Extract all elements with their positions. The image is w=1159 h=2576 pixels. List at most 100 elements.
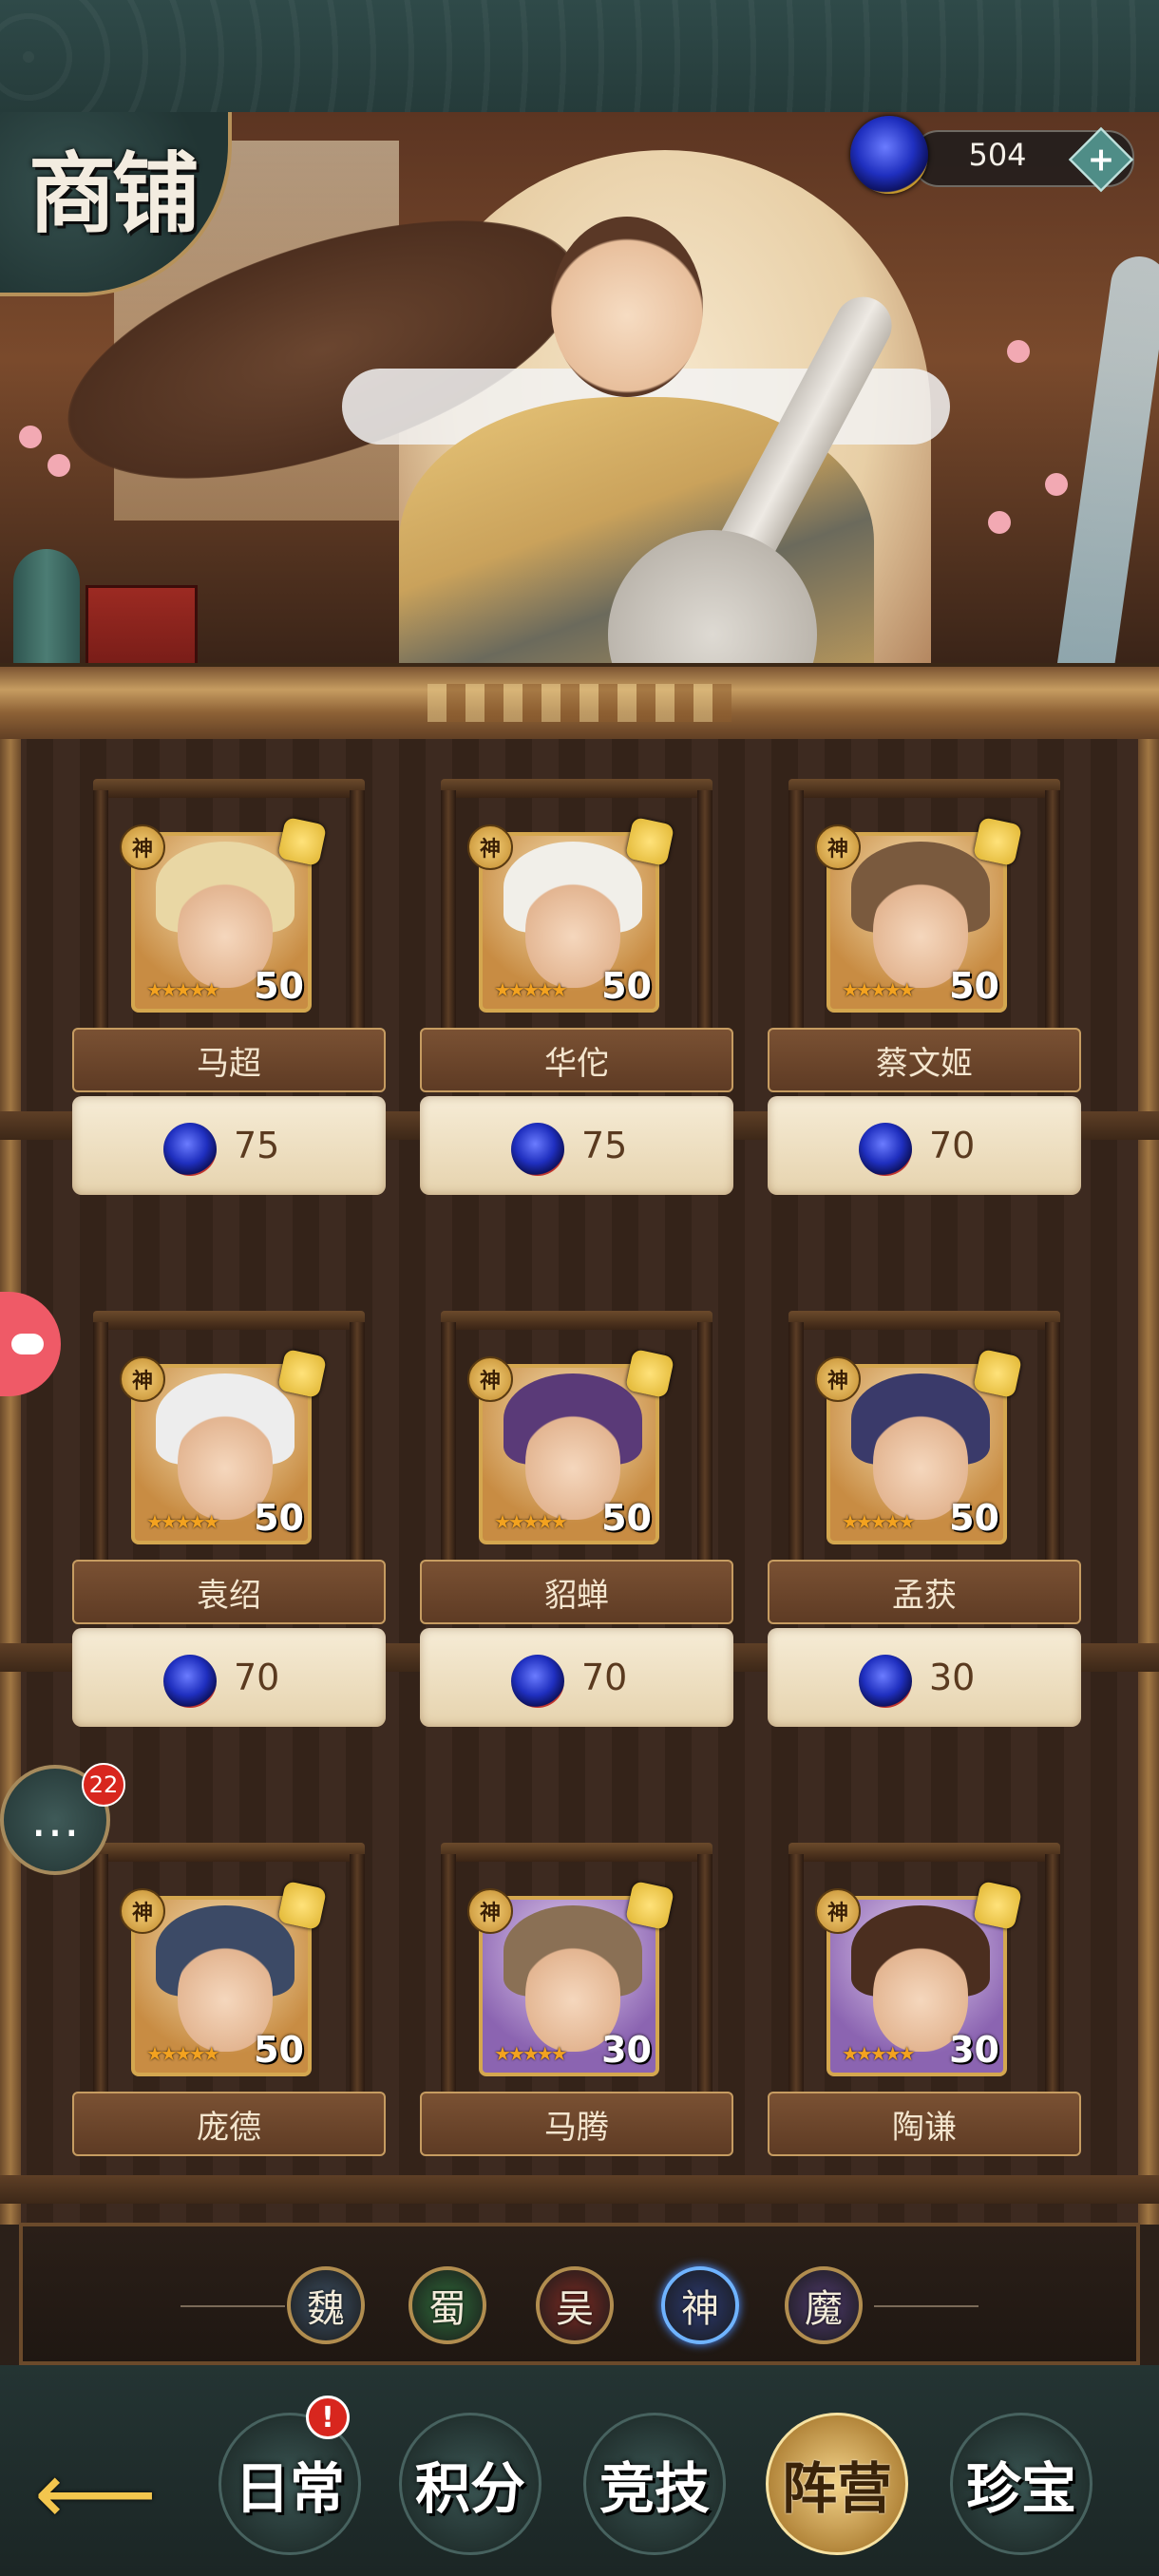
gem-currency-icon bbox=[163, 1655, 217, 1708]
hero-name: 貂蝉 bbox=[420, 1560, 733, 1624]
hero-name: 华佗 bbox=[420, 1028, 733, 1092]
hero-price: 30 bbox=[929, 1657, 976, 1698]
frame-post bbox=[1045, 1854, 1060, 2101]
frame-bar bbox=[441, 1843, 712, 1862]
faction-bar-rule-right bbox=[874, 2305, 978, 2307]
faction-tab[interactable]: 蜀 bbox=[408, 2266, 486, 2344]
hero-name: 马超 bbox=[72, 1028, 386, 1092]
frame-post bbox=[788, 790, 804, 1037]
faction-badge: 神 bbox=[815, 824, 861, 870]
hero-card[interactable]: ★★★★★ 50 神华佗 75 bbox=[420, 741, 733, 1235]
hero-level: 50 bbox=[254, 2029, 304, 2071]
faction-badge: 神 bbox=[467, 824, 513, 870]
puzzle-piece-icon bbox=[624, 1348, 675, 1399]
hero-level: 50 bbox=[601, 1497, 652, 1539]
frame-post bbox=[441, 1854, 456, 2101]
puzzle-piece-icon bbox=[624, 1880, 675, 1931]
star-rating-icon: ★★★★★ bbox=[842, 1510, 916, 1533]
buy-button[interactable]: 75 bbox=[420, 1096, 733, 1195]
buy-button[interactable]: 70 bbox=[72, 1628, 386, 1727]
faction-badge: 神 bbox=[467, 1888, 513, 1934]
frame-post bbox=[93, 1322, 108, 1569]
frame-post bbox=[788, 1854, 804, 2101]
cabinet-side-right bbox=[1138, 739, 1159, 2225]
hero-price: 75 bbox=[234, 1125, 280, 1166]
hero-level: 30 bbox=[949, 2029, 999, 2071]
faction-tab[interactable]: 吴 bbox=[536, 2266, 614, 2344]
frame-post bbox=[788, 1322, 804, 1569]
currency-amount: 504 bbox=[968, 137, 1027, 173]
hero-price: 70 bbox=[581, 1657, 628, 1698]
hero-price: 70 bbox=[234, 1657, 280, 1698]
star-rating-icon: ★★★★★ bbox=[146, 2042, 220, 2065]
hero-name: 庞德 bbox=[72, 2092, 386, 2156]
buy-button[interactable]: 75 bbox=[72, 1096, 386, 1195]
gem-currency-icon bbox=[859, 1123, 912, 1176]
star-rating-icon: ★★★★★ bbox=[842, 978, 916, 1001]
nav-tab[interactable]: 珍宝 bbox=[950, 2413, 1092, 2555]
frame-post bbox=[93, 790, 108, 1037]
gem-currency-icon bbox=[163, 1123, 217, 1176]
frame-bar bbox=[441, 1311, 712, 1330]
hero-name: 马腾 bbox=[420, 2092, 733, 2156]
faction-badge: 神 bbox=[120, 1888, 165, 1934]
buy-button[interactable]: 70 bbox=[768, 1096, 1081, 1195]
frame-post bbox=[350, 1854, 365, 2101]
hero-card[interactable]: ★★★★★ 50 神孟获 30 bbox=[768, 1273, 1081, 1767]
faction-bar-rule-left bbox=[180, 2305, 285, 2307]
buy-button[interactable]: 70 bbox=[420, 1628, 733, 1727]
puzzle-piece-icon bbox=[972, 1348, 1023, 1399]
hero-card[interactable]: ★★★★★ 50 神貂蝉 70 bbox=[420, 1273, 733, 1767]
hero-price: 75 bbox=[581, 1125, 628, 1166]
hero-price: 70 bbox=[929, 1125, 976, 1166]
hero-level: 50 bbox=[254, 965, 304, 1007]
frame-bar bbox=[788, 779, 1060, 798]
faction-tab[interactable]: 神 bbox=[661, 2266, 739, 2344]
puzzle-piece-icon bbox=[972, 816, 1023, 867]
faction-badge: 神 bbox=[120, 1356, 165, 1402]
chat-unread-count: 22 bbox=[82, 1763, 125, 1807]
puzzle-piece-icon bbox=[276, 816, 328, 867]
star-rating-icon: ★★★★★ bbox=[494, 978, 568, 1001]
hero-name: 袁绍 bbox=[72, 1560, 386, 1624]
faction-tab[interactable]: 魔 bbox=[785, 2266, 863, 2344]
gem-currency-icon bbox=[850, 116, 928, 194]
page-title: 商铺 bbox=[28, 142, 200, 245]
frame-post bbox=[1045, 1322, 1060, 1569]
frame-post bbox=[697, 1322, 712, 1569]
nav-tab[interactable]: 积分 bbox=[399, 2413, 542, 2555]
hero-card[interactable]: ★★★★★ 50 神蔡文姬 70 bbox=[768, 741, 1081, 1235]
puzzle-piece-icon bbox=[972, 1880, 1023, 1931]
faction-badge: 神 bbox=[120, 824, 165, 870]
frame-post bbox=[1045, 790, 1060, 1037]
puzzle-piece-icon bbox=[624, 816, 675, 867]
shelf-header bbox=[0, 663, 1159, 747]
faction-tab[interactable]: 魏 bbox=[287, 2266, 365, 2344]
nav-tab[interactable]: 阵营 bbox=[766, 2413, 908, 2555]
puzzle-piece-icon bbox=[276, 1880, 328, 1931]
hero-level: 50 bbox=[949, 965, 999, 1007]
frame-bar bbox=[441, 779, 712, 798]
hero-level: 50 bbox=[949, 1497, 999, 1539]
back-button[interactable]: ⟵ bbox=[34, 2452, 177, 2537]
daily-alert-badge: ! bbox=[306, 2396, 350, 2439]
star-rating-icon: ★★★★★ bbox=[494, 2042, 568, 2065]
star-rating-icon: ★★★★★ bbox=[842, 2042, 916, 2065]
gem-currency-icon bbox=[511, 1655, 564, 1708]
frame-post bbox=[441, 790, 456, 1037]
nav-tab[interactable]: 竞技 bbox=[583, 2413, 726, 2555]
hero-card[interactable]: ★★★★★ 50 神马超 75 bbox=[72, 741, 386, 1235]
frame-post bbox=[350, 790, 365, 1037]
hero-card[interactable]: ★★★★★ 50 神袁绍 70 bbox=[72, 1273, 386, 1767]
frame-bar bbox=[93, 1311, 365, 1330]
frame-bar bbox=[93, 1843, 365, 1862]
plus-icon: + bbox=[1087, 141, 1115, 179]
puzzle-piece-icon bbox=[276, 1348, 328, 1399]
faction-badge: 神 bbox=[815, 1356, 861, 1402]
frame-post bbox=[441, 1322, 456, 1569]
frame-post bbox=[697, 790, 712, 1037]
hero-name: 蔡文姬 bbox=[768, 1028, 1081, 1092]
chat-bubble-icon: … bbox=[30, 1791, 80, 1848]
top-status-bar bbox=[0, 0, 1159, 112]
buy-button[interactable]: 30 bbox=[768, 1628, 1081, 1727]
